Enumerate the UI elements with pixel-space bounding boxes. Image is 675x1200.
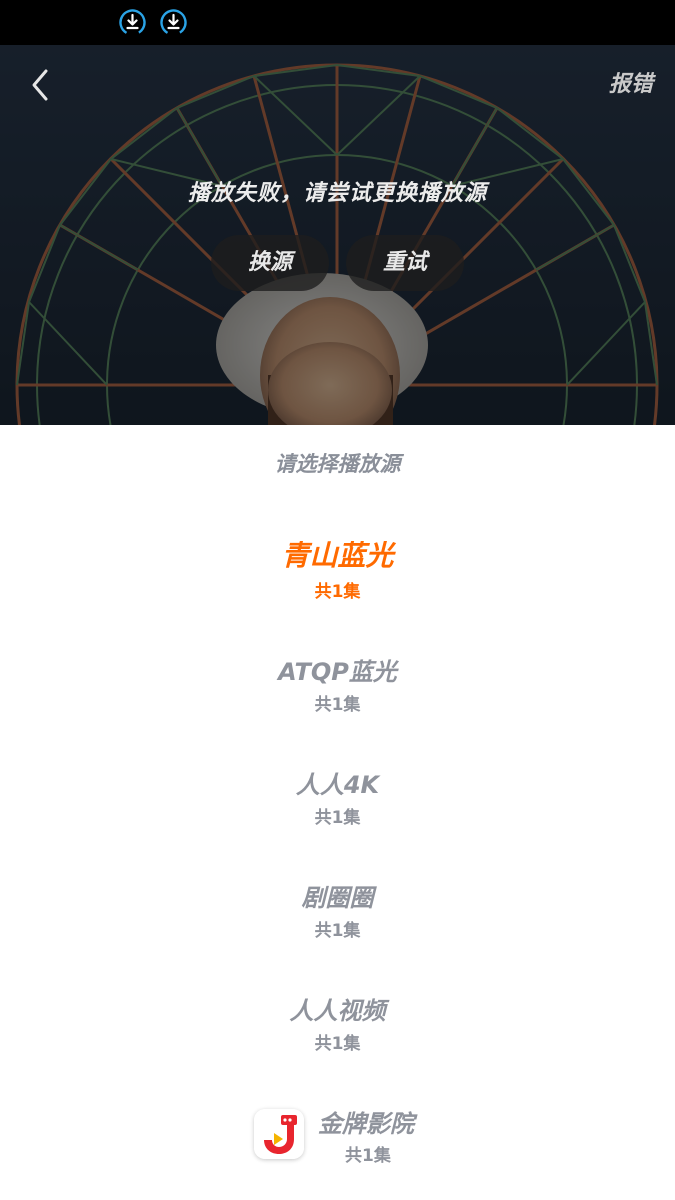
episode-count: 共1集 <box>314 582 361 602</box>
download-circle-icon <box>119 9 146 36</box>
source-name: 剧圈圈 <box>301 884 374 912</box>
episode-count: 共1集 <box>314 808 361 828</box>
episode-count: 共1集 <box>314 921 361 941</box>
download-circle-icon <box>160 9 187 36</box>
chevron-left-icon <box>32 69 48 101</box>
source-item-juquanquan[interactable]: 剧圈圈 共1集 <box>0 880 675 970</box>
switch-source-button[interactable]: 换源 <box>211 235 329 291</box>
video-dim-overlay <box>0 45 675 425</box>
status-bar <box>0 0 675 45</box>
source-item-atqp[interactable]: ATQP蓝光 共1集 <box>0 654 675 744</box>
source-name: 青山蓝光 <box>281 539 394 572</box>
retry-button[interactable]: 重试 <box>346 235 464 291</box>
source-list-title: 请选择播放源 <box>274 452 401 476</box>
playback-error-message: 播放失败，请尝试更换播放源 <box>187 181 487 206</box>
source-item-qingshan[interactable]: 青山蓝光 共1集 <box>0 536 675 626</box>
video-player[interactable]: 报错 播放失败，请尝试更换播放源 换源 重试 <box>0 45 675 425</box>
source-name: 金牌影院 <box>318 1110 414 1138</box>
source-name: 人人视频 <box>289 997 386 1025</box>
source-item-renren-video[interactable]: 人人视频 共1集 <box>0 993 675 1083</box>
back-button[interactable] <box>22 65 58 105</box>
source-name: 人人4K <box>295 771 380 799</box>
source-item-jinpai[interactable]: 金牌影院 共1集 <box>0 1109 675 1199</box>
episode-count: 共1集 <box>314 1034 361 1054</box>
jinpai-app-icon <box>254 1109 304 1159</box>
episode-count: 共1集 <box>314 695 361 715</box>
source-item-renren-4k[interactable]: 人人4K 共1集 <box>0 767 675 857</box>
source-selection-panel: 请选择播放源 青山蓝光 共1集 ATQP蓝光 共1集 人人4K 共1集 剧圈圈 … <box>0 425 675 1200</box>
report-error-button[interactable]: 报错 <box>609 69 653 101</box>
source-name: ATQP蓝光 <box>278 658 397 686</box>
episode-count: 共1集 <box>345 1146 391 1166</box>
